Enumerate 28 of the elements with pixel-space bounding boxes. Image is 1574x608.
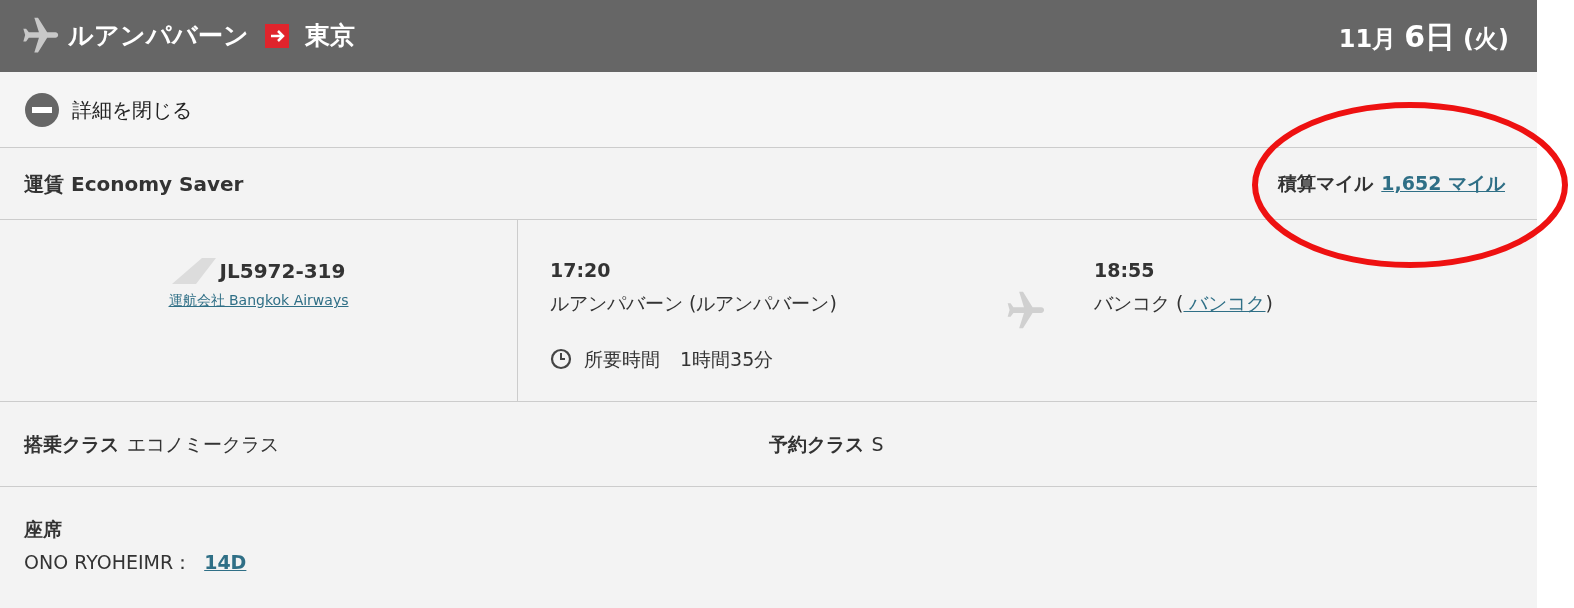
destination-city: 東京 bbox=[305, 20, 355, 53]
date-day: 6日 bbox=[1404, 13, 1456, 59]
arrival-place: バンコク ( bbox=[1094, 290, 1184, 316]
class-value: エコノミークラス bbox=[127, 431, 279, 457]
miles-link[interactable]: 1,652 マイル bbox=[1381, 169, 1505, 198]
seat-link[interactable]: 14D bbox=[204, 547, 247, 576]
arrival-time: 18:55 bbox=[1094, 258, 1156, 283]
departure-place: ルアンパバーン (ルアンパバーン) bbox=[550, 290, 838, 316]
passenger-name: ONO RYOHEIMR： bbox=[24, 549, 193, 575]
clock-icon bbox=[550, 348, 572, 371]
arrival-airport-link[interactable]: バンコク bbox=[1183, 288, 1266, 317]
collapse-icon bbox=[24, 91, 60, 128]
miles-label: 積算マイル bbox=[1278, 171, 1374, 197]
duration-label: 所要時間 bbox=[584, 347, 660, 372]
fare-label: 運賃 Economy Saver bbox=[24, 170, 244, 198]
class-value: S bbox=[871, 431, 884, 457]
date-month: 11月 bbox=[1338, 23, 1397, 55]
date-weekday: (火) bbox=[1463, 23, 1509, 55]
arrival-bracket: ) bbox=[1265, 290, 1273, 316]
duration-value: 1時間35分 bbox=[680, 347, 774, 372]
origin-city: ルアンパバーン bbox=[68, 20, 249, 53]
flight-number: JL5972-319 bbox=[219, 258, 346, 285]
departure-time: 17:20 bbox=[550, 258, 612, 283]
class-label: 搭乗クラス bbox=[24, 431, 119, 457]
seat-label: 座席 bbox=[24, 517, 63, 542]
operator-link[interactable]: 運航会社 Bangkok Airways bbox=[168, 290, 349, 311]
close-details-button[interactable]: 詳細を閉じる bbox=[24, 91, 192, 128]
class-label: 予約クラス bbox=[768, 431, 864, 457]
